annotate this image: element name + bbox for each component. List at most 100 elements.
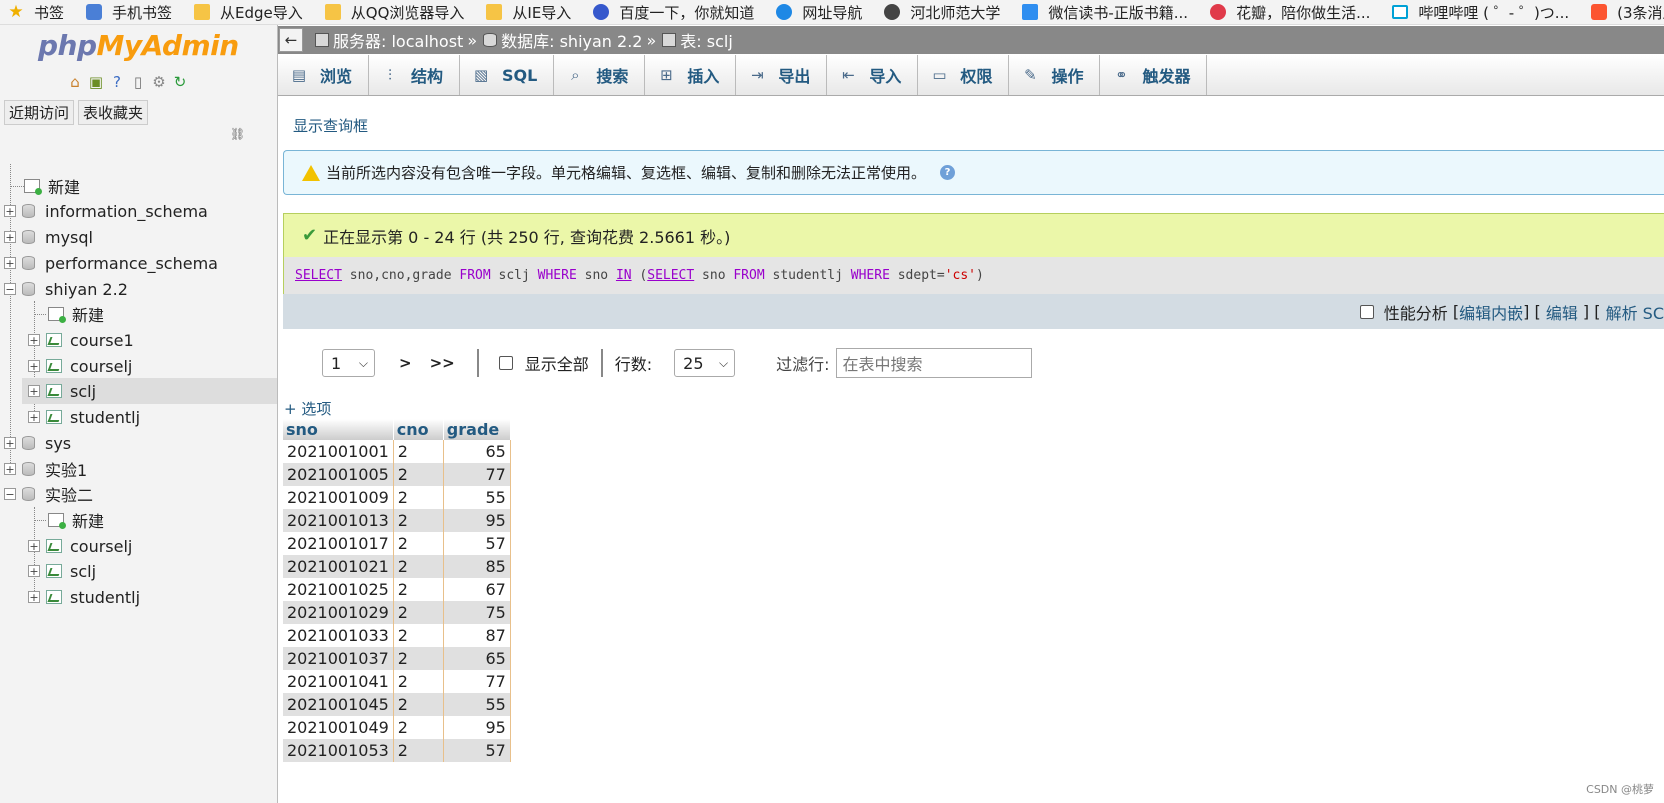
table-row[interactable]: 2021001045 2 55 <box>283 693 511 716</box>
last-page-button[interactable]: >> <box>430 354 455 372</box>
next-page-button[interactable]: > <box>399 354 412 372</box>
bookmark-item[interactable]: 从IE导入 <box>486 2 571 23</box>
explain-sql-link[interactable]: 解析 SC <box>1606 300 1664 324</box>
edit-link[interactable]: 编辑 <box>1546 300 1578 324</box>
tree-table-sclj[interactable]: + sclj <box>22 378 277 404</box>
tab-insert[interactable]: ⊞ 插入 <box>645 55 737 95</box>
home-icon[interactable]: ⌂ <box>66 73 84 91</box>
sql-keyword[interactable]: IN <box>616 268 632 283</box>
bookmark-item[interactable]: 微信读书-正版书籍... <box>1022 2 1188 23</box>
sql-keyword[interactable]: SELECT <box>295 268 342 283</box>
bookmark-item[interactable]: 网址导航 <box>776 2 862 23</box>
expand-icon[interactable]: + <box>28 540 40 552</box>
tree-new-table[interactable]: 新建 <box>48 301 104 327</box>
docs-icon[interactable]: ▯ <box>129 73 147 91</box>
tree-new-table[interactable]: 新建 <box>48 507 104 533</box>
favorites-tab[interactable]: 表收藏夹 <box>78 100 149 125</box>
bookmark-item[interactable]: 从Edge导入 <box>194 2 303 23</box>
expand-icon[interactable]: + <box>4 437 16 449</box>
tab-structure[interactable]: ⫶ 结构 <box>369 55 461 95</box>
tree-db-experiment1[interactable]: + 实验1 <box>4 456 87 482</box>
phpmyadmin-logo[interactable]: phpMyAdmin <box>38 29 239 62</box>
breadcrumb-database[interactable]: 数据库: shiyan 2.2» <box>483 28 656 52</box>
help-icon[interactable]: ? <box>108 73 126 91</box>
tree-db-mysql[interactable]: + mysql <box>4 224 93 250</box>
expand-icon[interactable]: + <box>28 565 40 577</box>
bookmark-item[interactable]: 河北师范大学 <box>884 2 1000 23</box>
table-row[interactable]: 2021001001 2 65 <box>283 440 511 463</box>
bookmark-item[interactable]: 哔哩哔哩 ( ゜- ゜)つ... <box>1392 2 1569 23</box>
column-header-sno[interactable]: sno <box>283 419 394 440</box>
bookmark-item[interactable]: 花瓣，陪你做生活... <box>1210 2 1370 23</box>
tree-table-courselj[interactable]: + courselj <box>28 353 132 379</box>
expand-icon[interactable]: + <box>4 257 16 269</box>
sql-keyword[interactable]: SELECT <box>647 268 694 283</box>
tab-export[interactable]: ⇥ 导出 <box>736 55 828 95</box>
tab-triggers[interactable]: ⚭ 触发器 <box>1100 55 1208 95</box>
tab-privileges[interactable]: ▭ 权限 <box>918 55 1010 95</box>
tree-table-course1[interactable]: + course1 <box>28 327 134 353</box>
table-row[interactable]: 2021001041 2 77 <box>283 670 511 693</box>
exit-icon[interactable]: ▣ <box>87 73 105 91</box>
tree-db-information-schema[interactable]: + information_schema <box>4 198 208 224</box>
bookmark-item[interactable]: 从QQ浏览器导入 <box>324 2 464 23</box>
tree-table-sclj[interactable]: + sclj <box>28 558 96 584</box>
reload-icon[interactable]: ↻ <box>171 73 189 91</box>
expand-icon[interactable]: + <box>28 360 40 372</box>
gear-icon[interactable]: ⚙ <box>150 73 168 91</box>
breadcrumb-server[interactable]: 服务器: localhost» <box>315 28 477 52</box>
show-query-link[interactable]: 显示查询框 <box>293 115 368 136</box>
table-row[interactable]: 2021001033 2 87 <box>283 624 511 647</box>
link-icon[interactable]: ⛓ <box>230 127 245 141</box>
bookmark-item[interactable]: 百度一下，你就知道 <box>593 2 754 23</box>
bookmark-item[interactable]: 手机书签 <box>86 2 172 23</box>
tree-db-shiyan[interactable]: − shiyan 2.2 <box>4 276 128 302</box>
table-row[interactable]: 2021001053 2 57 <box>283 739 511 762</box>
tab-sql[interactable]: ▧ SQL <box>460 55 555 95</box>
tree-db-experiment2[interactable]: − 实验二 <box>4 481 93 507</box>
options-link[interactable]: + 选项 <box>284 398 331 419</box>
column-header-cno[interactable]: cno <box>393 419 444 440</box>
profiling-checkbox[interactable] <box>1359 304 1374 319</box>
tree-new-database[interactable]: 新建 <box>24 173 80 199</box>
table-row[interactable]: 2021001009 2 55 <box>283 486 511 509</box>
bookmark-item[interactable]: (3条消息 <box>1591 2 1664 23</box>
bookmark-item[interactable]: ★ 书签 <box>8 2 64 23</box>
expand-icon[interactable]: + <box>4 463 16 475</box>
tab-browse[interactable]: ▤ 浏览 <box>278 55 370 95</box>
rows-per-page-select[interactable]: 25 ⌵ <box>674 349 736 377</box>
expand-icon[interactable]: + <box>4 231 16 243</box>
table-row[interactable]: 2021001049 2 95 <box>283 716 511 739</box>
filter-rows-input[interactable]: 在表中搜索 <box>835 348 1032 378</box>
collapse-icon[interactable]: − <box>4 283 16 295</box>
tab-search[interactable]: ⌕ 搜索 <box>554 55 646 95</box>
table-row[interactable]: 2021001017 2 57 <box>283 532 511 555</box>
tab-import[interactable]: ⇤ 导入 <box>827 55 919 95</box>
page-select[interactable]: 1 ⌵ <box>322 349 375 377</box>
expand-icon[interactable]: + <box>28 591 40 603</box>
table-row[interactable]: 2021001021 2 85 <box>283 555 511 578</box>
expand-icon[interactable]: + <box>4 205 16 217</box>
expand-icon[interactable]: + <box>28 334 40 346</box>
show-all-checkbox[interactable] <box>498 356 513 370</box>
tree-table-studentlj[interactable]: + studentlj <box>28 584 140 610</box>
help-icon[interactable]: ? <box>940 165 956 180</box>
collapse-icon[interactable]: − <box>4 488 16 500</box>
tree-table-studentlj[interactable]: + studentlj <box>28 404 140 430</box>
tab-operations[interactable]: ✎ 操作 <box>1009 55 1101 95</box>
table-row[interactable]: 2021001025 2 67 <box>283 578 511 601</box>
edit-inline-link[interactable]: 编辑内嵌 <box>1459 300 1523 324</box>
expand-icon[interactable]: + <box>28 385 40 397</box>
column-header-grade[interactable]: grade <box>443 419 511 440</box>
tree-db-performance-schema[interactable]: + performance_schema <box>4 250 218 276</box>
breadcrumb-table[interactable]: 表: sclj <box>662 28 733 52</box>
expand-icon[interactable]: + <box>28 411 40 423</box>
tree-db-sys[interactable]: + sys <box>4 430 71 456</box>
table-row[interactable]: 2021001037 2 65 <box>283 647 511 670</box>
recent-tab[interactable]: 近期访问 <box>4 100 75 125</box>
table-row[interactable]: 2021001013 2 95 <box>283 509 511 532</box>
tree-table-courselj[interactable]: + courselj <box>28 533 132 559</box>
back-arrow-icon[interactable]: ← <box>279 28 303 52</box>
table-row[interactable]: 2021001005 2 77 <box>283 463 511 486</box>
table-row[interactable]: 2021001029 2 75 <box>283 601 511 624</box>
